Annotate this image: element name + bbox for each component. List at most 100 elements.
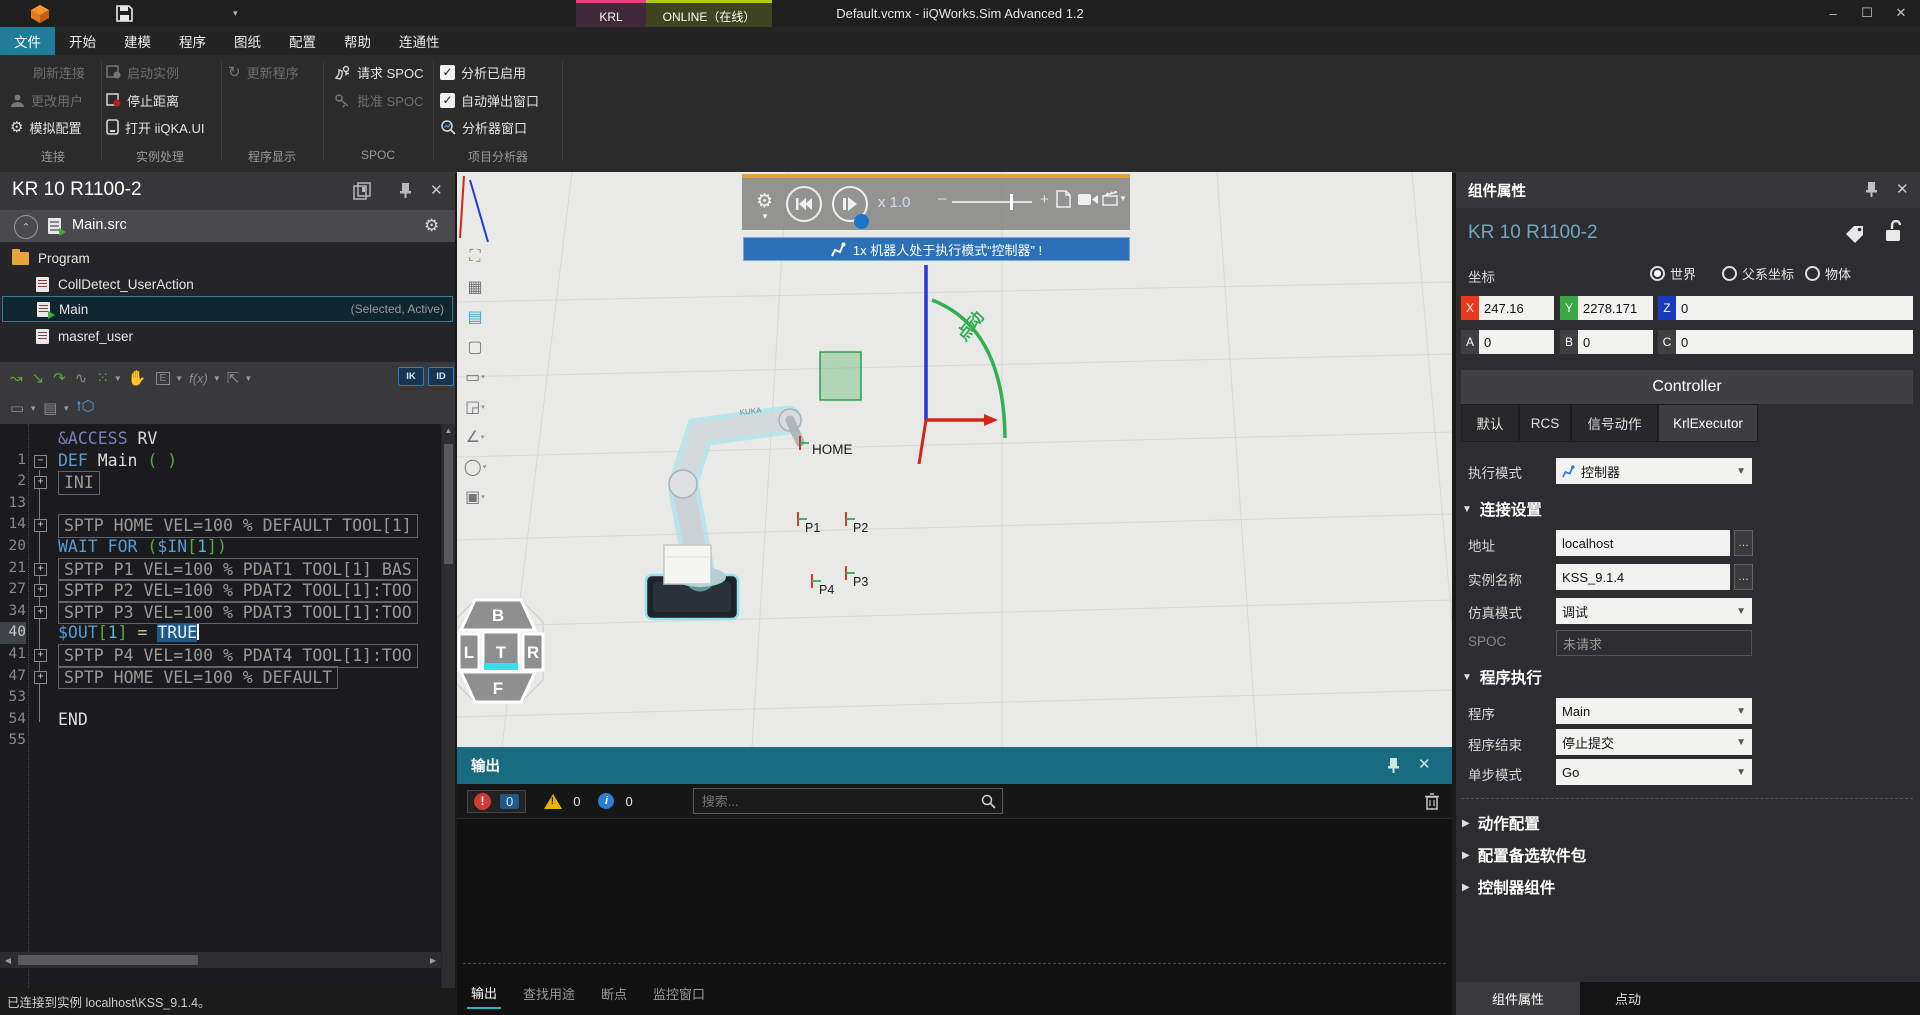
caret-icon[interactable]: ▼ — [29, 404, 37, 413]
search-icon[interactable] — [981, 794, 996, 809]
file-header-row[interactable]: ⌃ Main.src ⚙ — [0, 210, 455, 242]
clapperboard-icon[interactable] — [1102, 191, 1118, 206]
code-line-27[interactable]: 27+SPTP P2 VEL=100 % PDAT2 TOOL[1]:TOO — [0, 579, 441, 601]
error-filter-toggle[interactable]: ! 0 — [467, 790, 526, 813]
fit-view-icon[interactable]: ⛶ — [461, 244, 489, 270]
analysis-enabled-checkbox[interactable]: ✓ 分析已启用 — [440, 61, 526, 83]
z-value[interactable]: 0 — [1676, 296, 1913, 320]
open-iiqka-button[interactable]: 打开 iiQKA.UI — [106, 116, 204, 138]
waypoint-p4[interactable]: P4 — [812, 574, 834, 597]
program-dropdown[interactable]: Main▼ — [1556, 698, 1752, 724]
instance-input[interactable]: KSS_9.1.4 — [1556, 564, 1730, 590]
tab-signal-actions[interactable]: 信号动作 — [1571, 404, 1658, 442]
code-line-53[interactable]: 53 — [0, 687, 441, 709]
video-record-icon[interactable] — [1078, 193, 1098, 206]
info-filter-toggle[interactable]: i 0 — [598, 793, 632, 809]
section-view-icon[interactable]: ◲▾ — [461, 394, 489, 420]
pdf-export-icon[interactable] — [1056, 190, 1071, 208]
start-instance-button[interactable]: 启动实例 — [106, 61, 179, 83]
connection-settings-section[interactable]: ▼ 连接设置 — [1462, 498, 1542, 520]
speed-minus-icon[interactable]: – — [938, 190, 946, 207]
code-line-2[interactable]: 2+INI — [0, 471, 441, 493]
id-toggle-button[interactable]: ID — [428, 367, 454, 386]
caret-icon[interactable]: ▼ — [244, 374, 252, 383]
pin-icon[interactable] — [398, 182, 413, 199]
save-icon[interactable] — [115, 4, 134, 23]
splitter-handle[interactable] — [463, 963, 1446, 964]
fold-expand-icon[interactable]: + — [34, 671, 47, 684]
fold-expand-icon[interactable]: + — [34, 649, 47, 662]
fold-expand-icon[interactable]: + — [34, 563, 47, 576]
exec-mode-dropdown[interactable]: 控制器 ▼ — [1556, 458, 1752, 484]
menu-config[interactable]: 配置 — [275, 27, 330, 55]
x-value[interactable]: 247.16 — [1479, 296, 1554, 320]
teal-panel-icon[interactable]: ▤ — [461, 304, 489, 330]
logic-icon[interactable]: ⇱ — [227, 369, 240, 387]
ik-toggle-button[interactable]: IK — [398, 367, 424, 386]
tab-default[interactable]: 默认 — [1461, 404, 1519, 442]
stop-distance-button[interactable]: 停止距离 — [106, 89, 179, 111]
code-line-41[interactable]: 41+SPTP P4 VEL=100 % PDAT4 TOOL[1]:TOO — [0, 644, 441, 666]
tag-icon[interactable] — [1844, 224, 1866, 244]
collapse-icon[interactable]: ⌃ — [14, 215, 38, 239]
playback-gear-caret-icon[interactable]: ▼ — [761, 212, 769, 221]
code-line-20[interactable]: 20WAIT FOR ($IN[1]) — [0, 536, 441, 558]
scroll-right-arrow-icon[interactable]: ▶ — [427, 952, 439, 968]
clear-output-trash-icon[interactable] — [1424, 792, 1440, 810]
output-search-input[interactable] — [693, 788, 1003, 814]
tab-jog[interactable]: 点动 — [1580, 982, 1676, 1015]
horizontal-scrollbar[interactable]: ◀ ▶ — [0, 952, 441, 968]
code-line-47[interactable]: 47+SPTP HOME VEL=100 % DEFAULT — [0, 666, 441, 688]
caret-icon[interactable]: ▼ — [213, 374, 221, 383]
scroll-left-arrow-icon[interactable]: ◀ — [2, 952, 14, 968]
c-field[interactable]: C 0 — [1658, 330, 1913, 354]
snap-view-icon[interactable]: ▣▾ — [461, 484, 489, 510]
grid-cube-icon[interactable]: ▦ — [461, 274, 489, 300]
menu-program[interactable]: 程序 — [165, 27, 220, 55]
e-statement-icon[interactable]: E — [156, 372, 171, 385]
z-field[interactable]: Z 0 — [1658, 296, 1913, 320]
sim-mode-dropdown[interactable]: 调试▼ — [1556, 598, 1752, 624]
pin-icon[interactable] — [1864, 181, 1879, 198]
step-mode-dropdown[interactable]: Go▼ — [1556, 759, 1752, 785]
function-icon[interactable]: f(x) — [189, 371, 208, 386]
menu-connectivity[interactable]: 连通性 — [385, 27, 454, 55]
quick-access-caret-icon[interactable]: ▾ — [233, 8, 238, 19]
address-input[interactable]: localhost — [1556, 530, 1730, 556]
record-caret-icon[interactable]: ▼ — [1119, 194, 1127, 203]
analyzer-window-button[interactable]: 分析器窗口 — [440, 116, 527, 138]
carried-box[interactable] — [664, 545, 711, 584]
tab-breakpoints[interactable]: 断点 — [597, 978, 631, 1008]
warning-filter-toggle[interactable]: 0 — [544, 794, 580, 809]
spline-icon[interactable]: ∿ — [75, 369, 88, 387]
optional-packages-section[interactable]: ▶ 配置备选软件包 — [1462, 844, 1586, 866]
code-line-34[interactable]: 34+SPTP P3 VEL=100 % PDAT3 TOOL[1]:TOO — [0, 601, 441, 623]
tab-watch-window[interactable]: 监控窗口 — [649, 978, 709, 1008]
b-field[interactable]: B 0 — [1560, 330, 1653, 354]
panel-rows-icon[interactable]: ▤ — [43, 399, 57, 417]
scroll-up-arrow-icon[interactable]: ▲ — [442, 424, 455, 436]
a-value[interactable]: 0 — [1479, 330, 1554, 354]
code-line-40[interactable]: 40$OUT[1] = TRUE — [0, 622, 441, 644]
tab-rcs[interactable]: RCS — [1519, 404, 1571, 442]
menu-file[interactable]: 文件 — [0, 27, 55, 55]
sptp-motion-icon[interactable]: ↝ — [10, 369, 23, 387]
cube-outline-icon[interactable]: ▢ — [461, 334, 489, 360]
y-field[interactable]: Y 2278.171 — [1560, 296, 1653, 320]
code-line-access[interactable]: &ACCESS RV — [0, 428, 441, 450]
caret-icon[interactable]: ▼ — [62, 404, 70, 413]
rewind-button[interactable] — [786, 186, 822, 222]
tab-krl[interactable]: KRL — [576, 0, 646, 30]
minimize-button[interactable]: – — [1816, 0, 1850, 26]
code-editor[interactable]: &ACCESS RV1−DEF Main ( )2+INI1314+SPTP H… — [0, 424, 441, 1015]
file-settings-gear-icon[interactable]: ⚙ — [424, 216, 439, 236]
y-value[interactable]: 2278.171 — [1578, 296, 1653, 320]
radio-object[interactable]: 物体 — [1805, 264, 1851, 283]
code-line-13[interactable]: 13 — [0, 493, 441, 515]
menu-help[interactable]: 帮助 — [330, 27, 385, 55]
tab-component-properties[interactable]: 组件属性 — [1456, 982, 1580, 1015]
sim-config-button[interactable]: ⚙ 模拟配置 — [10, 116, 81, 138]
tab-output[interactable]: 输出 — [467, 977, 501, 1009]
menu-drawing[interactable]: 图纸 — [220, 27, 275, 55]
measure-icon[interactable]: ∠▾ — [461, 424, 489, 450]
